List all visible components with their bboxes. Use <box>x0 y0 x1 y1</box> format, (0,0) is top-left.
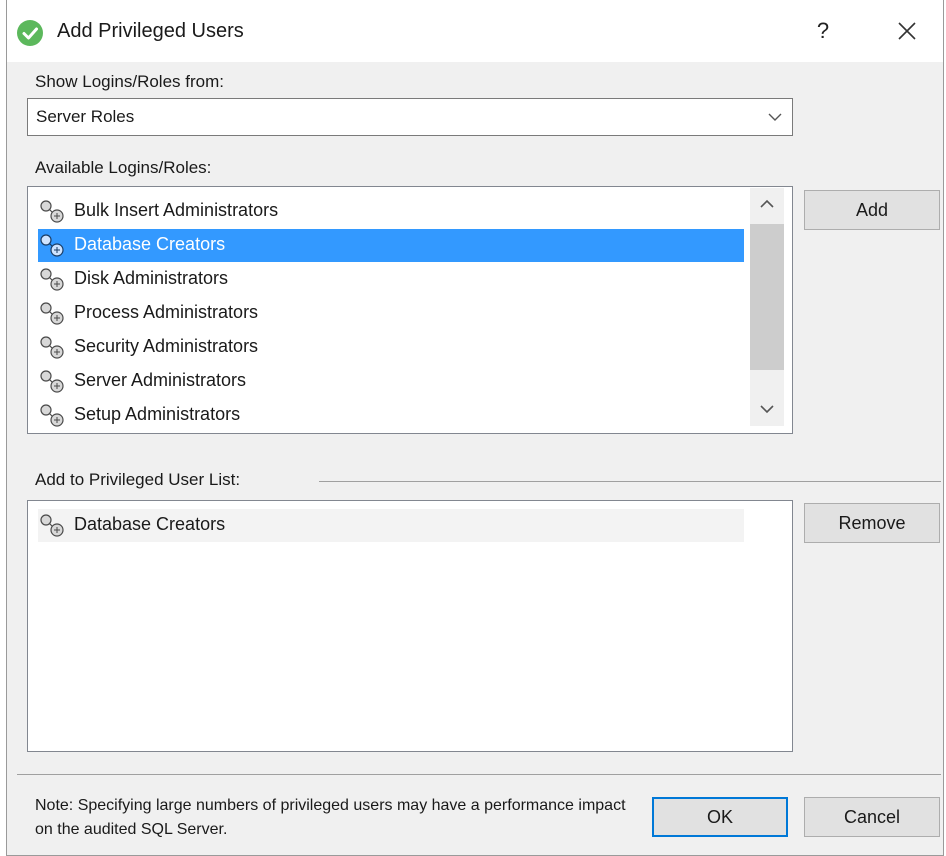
server-role-key-icon <box>38 403 68 433</box>
available-scrollbar[interactable] <box>750 188 784 426</box>
list-item[interactable]: Database Creators <box>38 509 744 542</box>
list-item-label: Process Administrators <box>74 302 259 322</box>
scroll-down-icon[interactable] <box>758 403 776 415</box>
server-role-key-icon <box>38 301 68 332</box>
source-label: Show Logins/Roles from: <box>35 72 224 91</box>
add-privileged-users-dialog: Add Privileged Users ? Show Logins/Roles… <box>6 0 944 856</box>
dialog-title: Add Privileged Users <box>57 20 244 42</box>
source-dropdown[interactable]: Server Roles <box>27 98 793 136</box>
title-bar: Add Privileged Users ? <box>7 0 943 62</box>
server-role-key-icon <box>38 513 68 544</box>
privileged-list[interactable]: Database Creators <box>27 500 793 752</box>
group-separator <box>319 481 941 482</box>
footer-separator <box>17 774 941 775</box>
scroll-thumb[interactable] <box>750 224 784 370</box>
ok-button[interactable]: OK <box>652 797 788 837</box>
close-icon <box>898 22 916 40</box>
close-button[interactable] <box>887 14 927 48</box>
list-item[interactable]: Server Administrators <box>38 365 744 398</box>
list-item-label: Database Creators <box>74 234 226 254</box>
list-item[interactable]: Security Administrators <box>38 331 744 364</box>
server-role-key-icon <box>38 199 68 230</box>
list-item-label: Security Administrators <box>74 336 259 356</box>
server-role-key-icon <box>38 335 68 366</box>
available-list[interactable]: Bulk Insert Administrators Database Creat… <box>27 186 793 434</box>
list-item[interactable]: Disk Administrators <box>38 263 744 296</box>
list-item-label: Bulk Insert Administrators <box>74 200 279 220</box>
server-role-key-icon <box>38 233 68 264</box>
list-item-label: Setup Administrators <box>74 404 241 424</box>
list-item[interactable]: Bulk Insert Administrators <box>38 195 744 228</box>
list-item-label: Disk Administrators <box>74 268 229 288</box>
list-item[interactable]: Database Creators <box>38 229 744 262</box>
list-item-label: Server Administrators <box>74 370 247 390</box>
server-role-key-icon <box>38 267 68 298</box>
cancel-button[interactable]: Cancel <box>804 797 940 837</box>
server-role-key-icon <box>38 369 68 400</box>
privileged-label: Add to Privileged User List: <box>35 470 241 489</box>
help-button[interactable]: ? <box>807 14 839 48</box>
list-item-label: Database Creators <box>74 514 226 534</box>
remove-button[interactable]: Remove <box>804 503 940 543</box>
list-item[interactable]: Process Administrators <box>38 297 744 330</box>
scroll-up-icon[interactable] <box>758 198 776 210</box>
list-item[interactable]: Setup Administrators <box>38 399 744 432</box>
available-label: Available Logins/Roles: <box>35 158 212 177</box>
green-check-circle-icon <box>17 20 43 46</box>
add-button[interactable]: Add <box>804 190 940 230</box>
performance-note: Note: Specifying large numbers of privil… <box>35 797 626 838</box>
source-dropdown-value: Server Roles <box>36 107 135 126</box>
chevron-down-icon <box>768 113 782 121</box>
